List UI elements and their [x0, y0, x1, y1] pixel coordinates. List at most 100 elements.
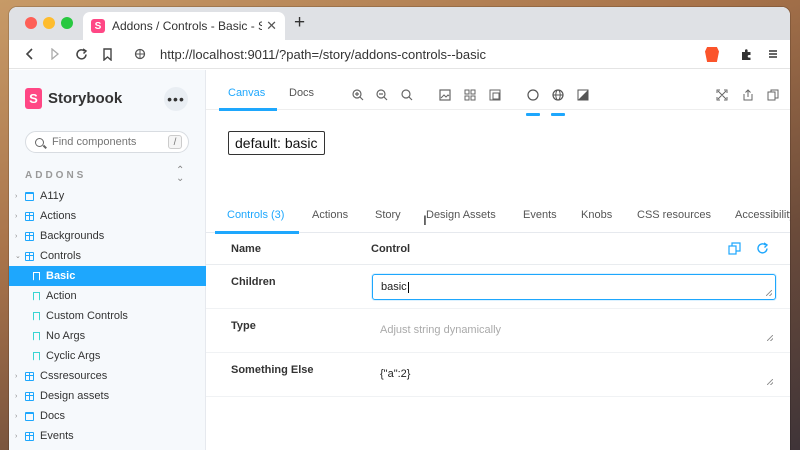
sidebar-item-controls[interactable]: ⌄ Controls [9, 246, 206, 266]
tab-knobs[interactable]: Knobs [581, 209, 612, 221]
reset-icon[interactable] [756, 242, 769, 255]
sidebar-item-label: No Args [46, 330, 86, 342]
copy-icon[interactable] [728, 242, 741, 255]
control-row-children: Children basic [206, 265, 790, 309]
fullscreen-icon[interactable] [716, 89, 728, 101]
new-tab-button[interactable]: + [294, 13, 305, 32]
background-icon[interactable] [439, 89, 451, 101]
sidebar-item-label: Design assets [40, 390, 110, 402]
zoom-out-icon[interactable] [376, 89, 388, 101]
story-tree: › A11y › Actions › Backgrounds ⌄ Control… [9, 186, 206, 446]
outline-icon[interactable] [489, 89, 501, 101]
title-bar: S Addons / Controls - Basic - Sto ✕ + [9, 7, 790, 40]
component-icon [25, 231, 34, 241]
search-box[interactable]: / [25, 131, 189, 153]
chevron-right-icon: › [15, 432, 18, 440]
sidebar-item-label: Cyclic Args [46, 350, 101, 362]
preview-default-button[interactable]: default: basic [228, 131, 325, 155]
brave-shield-icon[interactable] [705, 47, 719, 62]
preview-toolbar: Canvas Docs [206, 70, 790, 116]
storybook-logo[interactable]: S Storybook [25, 88, 122, 109]
browser-window: S Addons / Controls - Basic - Sto ✕ + ht… [9, 7, 790, 450]
contrast-icon[interactable] [577, 89, 589, 101]
resize-handle-icon[interactable] [766, 290, 772, 296]
sidebar-item-label: Custom Controls [46, 310, 128, 322]
zoom-reset-icon[interactable] [401, 89, 413, 101]
tab-events[interactable]: Events [523, 209, 557, 221]
sidebar-item-custom-controls[interactable]: Custom Controls [9, 306, 206, 326]
address-bar[interactable]: http://localhost:9011/?path=/story/addon… [160, 47, 486, 62]
tab-story[interactable]: Story [375, 209, 401, 221]
tab-accessibility[interactable]: Accessibility [735, 209, 790, 221]
sidebar-item-label: Events [40, 430, 74, 442]
resize-handle-icon[interactable] [767, 379, 773, 385]
component-icon [25, 391, 34, 401]
close-tab-icon[interactable]: ✕ [266, 18, 277, 34]
sidebar-item-label: Basic [46, 270, 76, 282]
tab-canvas[interactable]: Canvas [228, 87, 265, 99]
copy-link-icon[interactable] [767, 89, 779, 101]
sidebar-item-cssresources[interactable]: › Cssresources [9, 366, 206, 386]
search-shortcut-key: / [168, 135, 182, 149]
tab-controls[interactable]: Controls (3) [227, 209, 284, 221]
minimize-window-button[interactable] [43, 17, 55, 29]
control-name: Something Else [231, 364, 314, 376]
sidebar-item-a11y[interactable]: › A11y [9, 186, 206, 206]
zoom-in-icon[interactable] [352, 89, 364, 101]
extensions-icon[interactable] [737, 45, 755, 63]
browser-tab[interactable]: S Addons / Controls - Basic - Sto ✕ [83, 12, 285, 40]
forward-icon[interactable] [46, 45, 64, 63]
controls-table-header: Name Control [206, 233, 790, 265]
search-input[interactable] [52, 136, 162, 148]
column-header-control: Control [371, 243, 411, 255]
sidebar-item-backgrounds[interactable]: › Backgrounds [9, 226, 206, 246]
text-cursor [407, 281, 409, 293]
browser-menu-icon[interactable] [764, 45, 782, 63]
sidebar-item-action[interactable]: Action [9, 286, 206, 306]
sidebar-item-label: Action [46, 290, 77, 302]
tab-docs[interactable]: Docs [289, 87, 314, 99]
circle-icon[interactable] [527, 89, 539, 101]
sidebar-item-label: A11y [40, 190, 65, 202]
ibeam-cursor-icon: I [423, 212, 427, 228]
share-icon[interactable] [742, 89, 754, 101]
children-text-input[interactable]: basic [372, 274, 776, 300]
globe-icon[interactable] [552, 89, 564, 101]
chevron-right-icon: › [15, 372, 18, 380]
resize-handle-icon[interactable] [767, 335, 773, 341]
maximize-window-button[interactable] [61, 17, 73, 29]
lock-icon [131, 45, 149, 63]
sidebar-item-cyclic-args[interactable]: Cyclic Args [9, 346, 206, 366]
close-window-button[interactable] [25, 17, 37, 29]
sidebar-item-events[interactable]: › Events [9, 426, 206, 446]
sidebar-item-no-args[interactable]: No Args [9, 326, 206, 346]
story-bookmark-icon [33, 351, 40, 361]
back-icon[interactable] [21, 45, 39, 63]
sidebar: S Storybook ••• / ADDONS ⌃⌄ › A11y › Act… [9, 70, 206, 450]
expand-collapse-icon[interactable]: ⌃ ⌄ [176, 166, 184, 184]
something-else-json-input[interactable]: {"a":2} [372, 362, 776, 388]
type-text-input[interactable]: Adjust string dynamically [372, 318, 776, 344]
sidebar-menu-button[interactable]: ••• [164, 87, 188, 111]
sidebar-item-docs[interactable]: › Docs [9, 406, 206, 426]
chevron-right-icon: › [15, 192, 18, 200]
chevron-right-icon: › [15, 212, 18, 220]
reload-icon[interactable] [72, 45, 90, 63]
sidebar-item-design-assets[interactable]: › Design assets [9, 386, 206, 406]
bookmark-icon[interactable] [98, 45, 116, 63]
browser-tab-title: Addons / Controls - Basic - Sto [112, 19, 262, 33]
storybook-favicon-icon: S [91, 19, 105, 33]
navigation-bar: http://localhost:9011/?path=/story/addon… [9, 40, 790, 69]
sidebar-item-label: Backgrounds [40, 230, 105, 242]
control-name: Type [231, 320, 256, 332]
tab-css-resources[interactable]: CSS resources [637, 209, 711, 221]
tab-design-assets[interactable]: Design Assets [426, 209, 496, 221]
tab-actions[interactable]: Actions [312, 209, 348, 221]
grid-icon[interactable] [464, 89, 476, 101]
sidebar-item-basic[interactable]: Basic [9, 266, 206, 286]
component-icon [25, 371, 34, 381]
search-icon [35, 137, 44, 147]
component-icon [25, 211, 34, 221]
component-icon [25, 431, 34, 441]
sidebar-item-actions[interactable]: › Actions [9, 206, 206, 226]
